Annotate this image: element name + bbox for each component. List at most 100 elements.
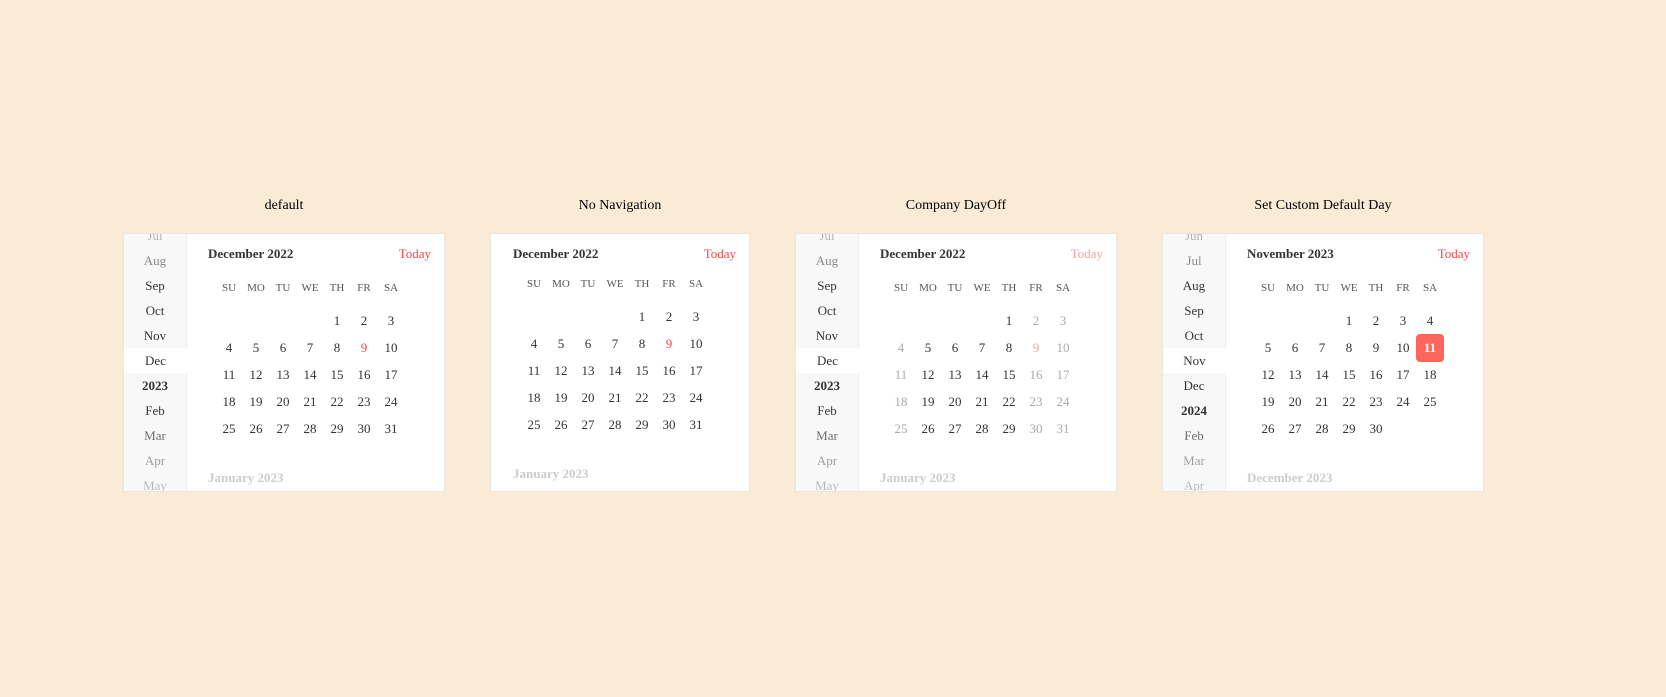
day-cell[interactable]: 14	[296, 361, 324, 389]
day-cell[interactable]: 15	[1335, 361, 1363, 389]
day-cell[interactable]: 2	[350, 307, 378, 335]
day-cell[interactable]: 11	[520, 357, 548, 385]
day-cell[interactable]: 26	[914, 415, 942, 443]
day-cell[interactable]: 3	[682, 303, 710, 331]
sidebar-month-item[interactable]: Sep	[1163, 298, 1225, 323]
day-cell[interactable]: 13	[269, 361, 297, 389]
day-cell[interactable]: 24	[377, 388, 405, 416]
day-cell[interactable]: 20	[941, 388, 969, 416]
day-cell[interactable]: 4	[215, 334, 243, 362]
day-cell[interactable]: 30	[655, 411, 683, 439]
sidebar-month-item[interactable]: Oct	[124, 298, 186, 323]
day-cell[interactable]: 18	[887, 388, 915, 416]
day-cell[interactable]: 11	[1416, 334, 1444, 362]
day-cell[interactable]: 6	[941, 334, 969, 362]
day-cell[interactable]: 17	[1049, 361, 1077, 389]
day-cell[interactable]: 22	[323, 388, 351, 416]
day-cell[interactable]: 9	[350, 334, 378, 362]
day-cell[interactable]: 7	[1308, 334, 1336, 362]
today-button[interactable]: Today	[704, 246, 736, 262]
day-cell[interactable]: 4	[520, 330, 548, 358]
day-cell[interactable]: 25	[887, 415, 915, 443]
day-cell[interactable]: 24	[1389, 388, 1417, 416]
day-cell[interactable]: 24	[1049, 388, 1077, 416]
day-cell[interactable]: 31	[377, 415, 405, 443]
day-cell[interactable]: 17	[682, 357, 710, 385]
day-cell[interactable]: 5	[242, 334, 270, 362]
day-cell[interactable]: 7	[601, 330, 629, 358]
day-cell[interactable]: 18	[1416, 361, 1444, 389]
day-cell[interactable]: 13	[574, 357, 602, 385]
sidebar-month-item[interactable]: Dec	[1163, 373, 1225, 398]
sidebar-month-item[interactable]: May	[124, 473, 186, 491]
day-cell[interactable]: 3	[377, 307, 405, 335]
day-cell[interactable]: 2	[1362, 307, 1390, 335]
day-cell[interactable]: 16	[1362, 361, 1390, 389]
day-cell[interactable]: 30	[350, 415, 378, 443]
day-cell[interactable]: 11	[215, 361, 243, 389]
day-cell[interactable]: 21	[601, 384, 629, 412]
day-cell[interactable]: 27	[941, 415, 969, 443]
day-cell[interactable]: 1	[995, 307, 1023, 335]
month-sidebar[interactable]: Jul Aug Sep Oct Nov Dec 2023 Feb Mar Apr May	[124, 234, 187, 491]
day-cell[interactable]: 10	[377, 334, 405, 362]
day-cell[interactable]: 20	[1281, 388, 1309, 416]
sidebar-month-item[interactable]: Jul	[1163, 248, 1225, 273]
day-cell[interactable]: 23	[350, 388, 378, 416]
day-cell[interactable]: 10	[682, 330, 710, 358]
sidebar-month-item[interactable]: Feb	[1163, 423, 1225, 448]
day-cell[interactable]: 18	[520, 384, 548, 412]
sidebar-month-item[interactable]: Sep	[124, 273, 186, 298]
day-cell[interactable]: 30	[1362, 415, 1390, 443]
day-cell[interactable]: 14	[601, 357, 629, 385]
day-cell[interactable]: 5	[547, 330, 575, 358]
day-cell[interactable]: 7	[296, 334, 324, 362]
day-cell[interactable]: 29	[1335, 415, 1363, 443]
day-cell[interactable]: 8	[323, 334, 351, 362]
day-cell[interactable]: 8	[628, 330, 656, 358]
sidebar-month-item[interactable]: Jul	[796, 234, 858, 248]
day-cell[interactable]: 28	[1308, 415, 1336, 443]
day-cell[interactable]: 28	[968, 415, 996, 443]
day-cell[interactable]: 20	[574, 384, 602, 412]
day-cell[interactable]: 6	[1281, 334, 1309, 362]
sidebar-month-item[interactable]: Aug	[796, 248, 858, 273]
sidebar-month-item[interactable]: Mar	[796, 423, 858, 448]
day-cell[interactable]: 9	[1362, 334, 1390, 362]
sidebar-month-item[interactable]: Jun	[1163, 234, 1225, 248]
sidebar-month-item[interactable]: Sep	[796, 273, 858, 298]
day-cell[interactable]: 6	[574, 330, 602, 358]
sidebar-month-item[interactable]: Aug	[124, 248, 186, 273]
day-cell[interactable]: 12	[547, 357, 575, 385]
day-cell[interactable]: 13	[1281, 361, 1309, 389]
sidebar-month-item[interactable]: Feb	[796, 398, 858, 423]
day-cell[interactable]: 16	[350, 361, 378, 389]
day-cell[interactable]: 5	[914, 334, 942, 362]
sidebar-month-item[interactable]: Oct	[796, 298, 858, 323]
today-button[interactable]: Today	[1438, 246, 1470, 262]
day-cell[interactable]: 27	[574, 411, 602, 439]
day-cell[interactable]: 25	[1416, 388, 1444, 416]
day-cell[interactable]: 17	[1389, 361, 1417, 389]
day-cell[interactable]: 15	[628, 357, 656, 385]
day-cell[interactable]: 3	[1389, 307, 1417, 335]
day-cell[interactable]: 15	[323, 361, 351, 389]
day-cell[interactable]: 10	[1049, 334, 1077, 362]
day-cell[interactable]: 26	[547, 411, 575, 439]
day-cell[interactable]: 30	[1022, 415, 1050, 443]
sidebar-month-item[interactable]: Apr	[124, 448, 186, 473]
sidebar-month-item[interactable]: Oct	[1163, 323, 1225, 348]
day-cell[interactable]: 16	[1022, 361, 1050, 389]
day-cell[interactable]: 23	[655, 384, 683, 412]
sidebar-month-item[interactable]: Mar	[1163, 448, 1225, 473]
day-cell[interactable]: 29	[628, 411, 656, 439]
day-cell[interactable]: 24	[682, 384, 710, 412]
day-cell[interactable]: 1	[628, 303, 656, 331]
day-cell[interactable]: 22	[628, 384, 656, 412]
sidebar-month-item[interactable]: 2023	[796, 373, 858, 398]
sidebar-month-item[interactable]: 2023	[124, 373, 186, 398]
day-cell[interactable]: 13	[941, 361, 969, 389]
sidebar-month-item[interactable]: Nov	[796, 323, 858, 348]
sidebar-month-item[interactable]: Feb	[124, 398, 186, 423]
day-cell[interactable]: 8	[995, 334, 1023, 362]
